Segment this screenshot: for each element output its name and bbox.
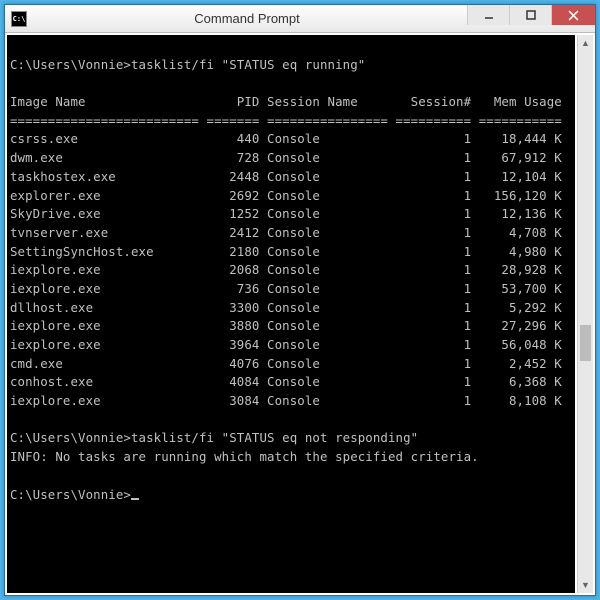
maximize-button[interactable]	[509, 5, 551, 25]
console-line: SkyDrive.exe 1252 Console 1 12,136 K	[10, 205, 572, 224]
console-line: iexplore.exe 2068 Console 1 28,928 K	[10, 261, 572, 280]
window-controls	[467, 5, 595, 32]
console-line: csrss.exe 440 Console 1 18,444 K	[10, 130, 572, 149]
vertical-scrollbar[interactable]: ▲ ▼	[577, 35, 593, 593]
console-line: INFO: No tasks are running which match t…	[10, 448, 572, 467]
console-line: iexplore.exe 3084 Console 1 8,108 K	[10, 392, 572, 411]
console-line: dllhost.exe 3300 Console 1 5,292 K	[10, 299, 572, 318]
console-line	[10, 467, 572, 486]
command-prompt-window: C:\ Command Prompt C:\Users\Vonnie>taskl…	[4, 4, 596, 596]
console-line	[10, 74, 572, 93]
content-area: C:\Users\Vonnie>tasklist/fi "STATUS eq r…	[5, 33, 595, 595]
console-line	[10, 37, 572, 56]
scroll-up-arrow[interactable]: ▲	[578, 35, 593, 51]
console-line: tvnserver.exe 2412 Console 1 4,708 K	[10, 224, 572, 243]
console-line: cmd.exe 4076 Console 1 2,452 K	[10, 355, 572, 374]
console-line	[10, 411, 572, 430]
cursor	[131, 498, 139, 500]
prompt-line[interactable]: C:\Users\Vonnie>	[10, 486, 572, 505]
cmd-icon: C:\	[11, 11, 27, 27]
console-line: ========================= ======= ======…	[10, 112, 572, 131]
console-line: dwm.exe 728 Console 1 67,912 K	[10, 149, 572, 168]
console-line: iexplore.exe 3964 Console 1 56,048 K	[10, 336, 572, 355]
console-line: taskhostex.exe 2448 Console 1 12,104 K	[10, 168, 572, 187]
console-line: conhost.exe 4084 Console 1 6,368 K	[10, 373, 572, 392]
scroll-down-arrow[interactable]: ▼	[578, 577, 593, 593]
console-line: C:\Users\Vonnie>tasklist/fi "STATUS eq n…	[10, 429, 572, 448]
window-title: Command Prompt	[27, 11, 467, 26]
titlebar[interactable]: C:\ Command Prompt	[5, 5, 595, 33]
console-output[interactable]: C:\Users\Vonnie>tasklist/fi "STATUS eq r…	[7, 35, 575, 593]
close-button[interactable]	[551, 5, 595, 25]
console-line: Image Name PID Session Name Session# Mem…	[10, 93, 572, 112]
minimize-button[interactable]	[467, 5, 509, 25]
console-line: explorer.exe 2692 Console 1 156,120 K	[10, 187, 572, 206]
console-line: iexplore.exe 736 Console 1 53,700 K	[10, 280, 572, 299]
scroll-thumb[interactable]	[580, 325, 591, 361]
console-line: SettingSyncHost.exe 2180 Console 1 4,980…	[10, 243, 572, 262]
console-line: C:\Users\Vonnie>tasklist/fi "STATUS eq r…	[10, 56, 572, 75]
console-line: iexplore.exe 3880 Console 1 27,296 K	[10, 317, 572, 336]
